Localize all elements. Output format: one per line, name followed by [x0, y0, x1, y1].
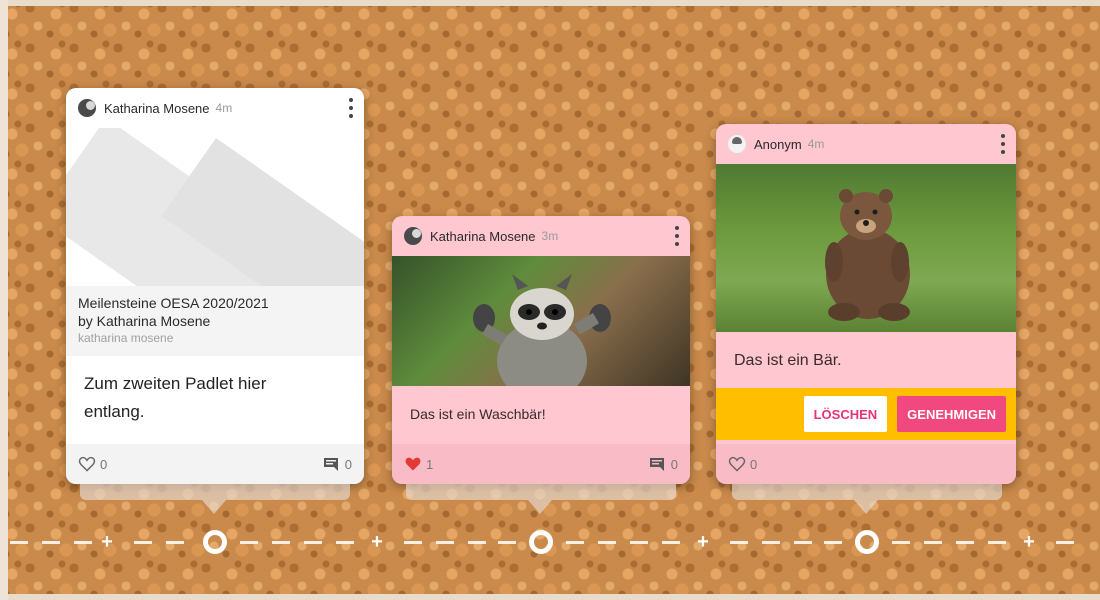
card-attachment-pointer — [528, 500, 552, 514]
timeline-dash — [956, 541, 974, 544]
add-post-plus-icon[interactable]: + — [98, 532, 116, 552]
timeline-dash — [662, 541, 680, 544]
timeline-dash — [468, 541, 486, 544]
post-time: 3m — [541, 229, 559, 243]
attachment-title: Meilensteine OESA 2020/2021 — [78, 295, 269, 311]
avatar — [78, 99, 96, 117]
timeline-dash — [166, 541, 184, 544]
padlet-board: Katharina Mosene 4m Meilensteine OESA 20… — [0, 0, 1100, 600]
anonymous-avatar — [728, 135, 746, 153]
bear-photo[interactable] — [716, 164, 1016, 332]
timeline-dash — [566, 541, 584, 544]
timeline-dash — [1056, 541, 1074, 544]
post-footer: 1 0 — [392, 444, 690, 484]
post-time: 4m — [807, 137, 825, 151]
timeline-dash — [304, 541, 322, 544]
heart-filled-icon[interactable] — [404, 456, 422, 472]
more-options-icon[interactable] — [1000, 134, 1006, 154]
timeline-dash — [404, 541, 422, 544]
timeline-dash — [794, 541, 812, 544]
card-attachment-pointer — [202, 500, 226, 514]
raccoon-photo[interactable] — [392, 256, 690, 386]
post-header: Anonym 4m — [716, 124, 1016, 164]
card-attachment-tab — [406, 484, 676, 500]
post-header: Katharina Mosene 4m — [66, 88, 364, 128]
timeline-dash — [924, 541, 942, 544]
timeline-dash — [272, 541, 290, 544]
board-frame-top — [0, 0, 1100, 6]
timeline-dash — [762, 541, 780, 544]
bear-illustration — [825, 189, 910, 321]
attachment-meta[interactable]: Meilensteine OESA 2020/2021 by Katharina… — [66, 286, 364, 356]
post-time: 4m — [215, 101, 233, 115]
timeline-dash — [630, 541, 648, 544]
timeline-dash — [42, 541, 60, 544]
post-author: Katharina Mosene — [430, 228, 536, 244]
post-header: Katharina Mosene 3m — [392, 216, 690, 256]
timeline-dash — [436, 541, 454, 544]
timeline-dash — [892, 541, 910, 544]
delete-button[interactable]: LÖSCHEN — [803, 396, 888, 432]
timeline-dash — [498, 541, 516, 544]
comment-icon[interactable] — [649, 457, 665, 471]
comment-count: 0 — [344, 456, 352, 472]
heart-outline-icon[interactable] — [728, 456, 746, 472]
attachment-thumbnail[interactable] — [66, 128, 364, 286]
attachment-byline: by Katharina Mosene — [78, 313, 211, 329]
timeline-node[interactable] — [529, 530, 553, 554]
post-author: Anonym — [754, 136, 802, 152]
add-post-plus-icon[interactable]: + — [1020, 532, 1038, 552]
raccoon-illustration — [473, 274, 611, 386]
heart-outline-icon[interactable] — [78, 456, 96, 472]
card-attachment-tab — [80, 484, 350, 500]
post-footer: 0 0 — [66, 444, 364, 484]
card-attachment-pointer — [854, 500, 878, 514]
timeline-dash — [10, 541, 28, 544]
post-author: Katharina Mosene — [104, 100, 210, 116]
post-footer: 0 — [716, 444, 1016, 484]
post-card-1[interactable]: Katharina Mosene 4m Meilensteine OESA 20… — [66, 88, 364, 484]
timeline-dash — [336, 541, 354, 544]
timeline-node[interactable] — [203, 530, 227, 554]
like-count: 0 — [100, 456, 108, 472]
timeline-dash — [730, 541, 748, 544]
add-post-plus-icon[interactable]: + — [368, 532, 386, 552]
board-frame-bottom — [0, 594, 1100, 600]
timeline-dash — [240, 541, 258, 544]
post-body: Das ist ein Waschbär! — [410, 406, 546, 422]
card-attachment-tab — [732, 484, 1002, 500]
moderation-bar: LÖSCHEN GENEHMIGEN — [716, 388, 1016, 440]
timeline-node[interactable] — [855, 530, 879, 554]
timeline-dash — [988, 541, 1006, 544]
post-card-3[interactable]: Anonym 4m Das ist ein Bär. LÖSCHEN GENEH… — [716, 124, 1016, 484]
comment-icon[interactable] — [323, 457, 339, 471]
more-options-icon[interactable] — [674, 226, 680, 246]
approve-button[interactable]: GENEHMIGEN — [897, 396, 1006, 432]
timeline-dash — [598, 541, 616, 544]
like-count: 0 — [750, 456, 758, 472]
attachment-source: katharina mosene — [78, 331, 174, 345]
more-options-icon[interactable] — [348, 98, 354, 118]
like-count: 1 — [426, 456, 434, 472]
comment-count: 0 — [670, 456, 678, 472]
timeline-dash — [134, 541, 152, 544]
add-post-plus-icon[interactable]: + — [694, 532, 712, 552]
avatar — [404, 227, 422, 245]
post-body: Das ist ein Bär. — [734, 352, 842, 369]
board-frame-left — [0, 0, 8, 600]
post-card-2[interactable]: Katharina Mosene 3m Das ist ein Waschbär… — [392, 216, 690, 484]
post-body: Zum zweiten Padlet hier entlang. — [84, 374, 267, 421]
timeline-dash — [74, 541, 92, 544]
timeline-dash — [824, 541, 842, 544]
